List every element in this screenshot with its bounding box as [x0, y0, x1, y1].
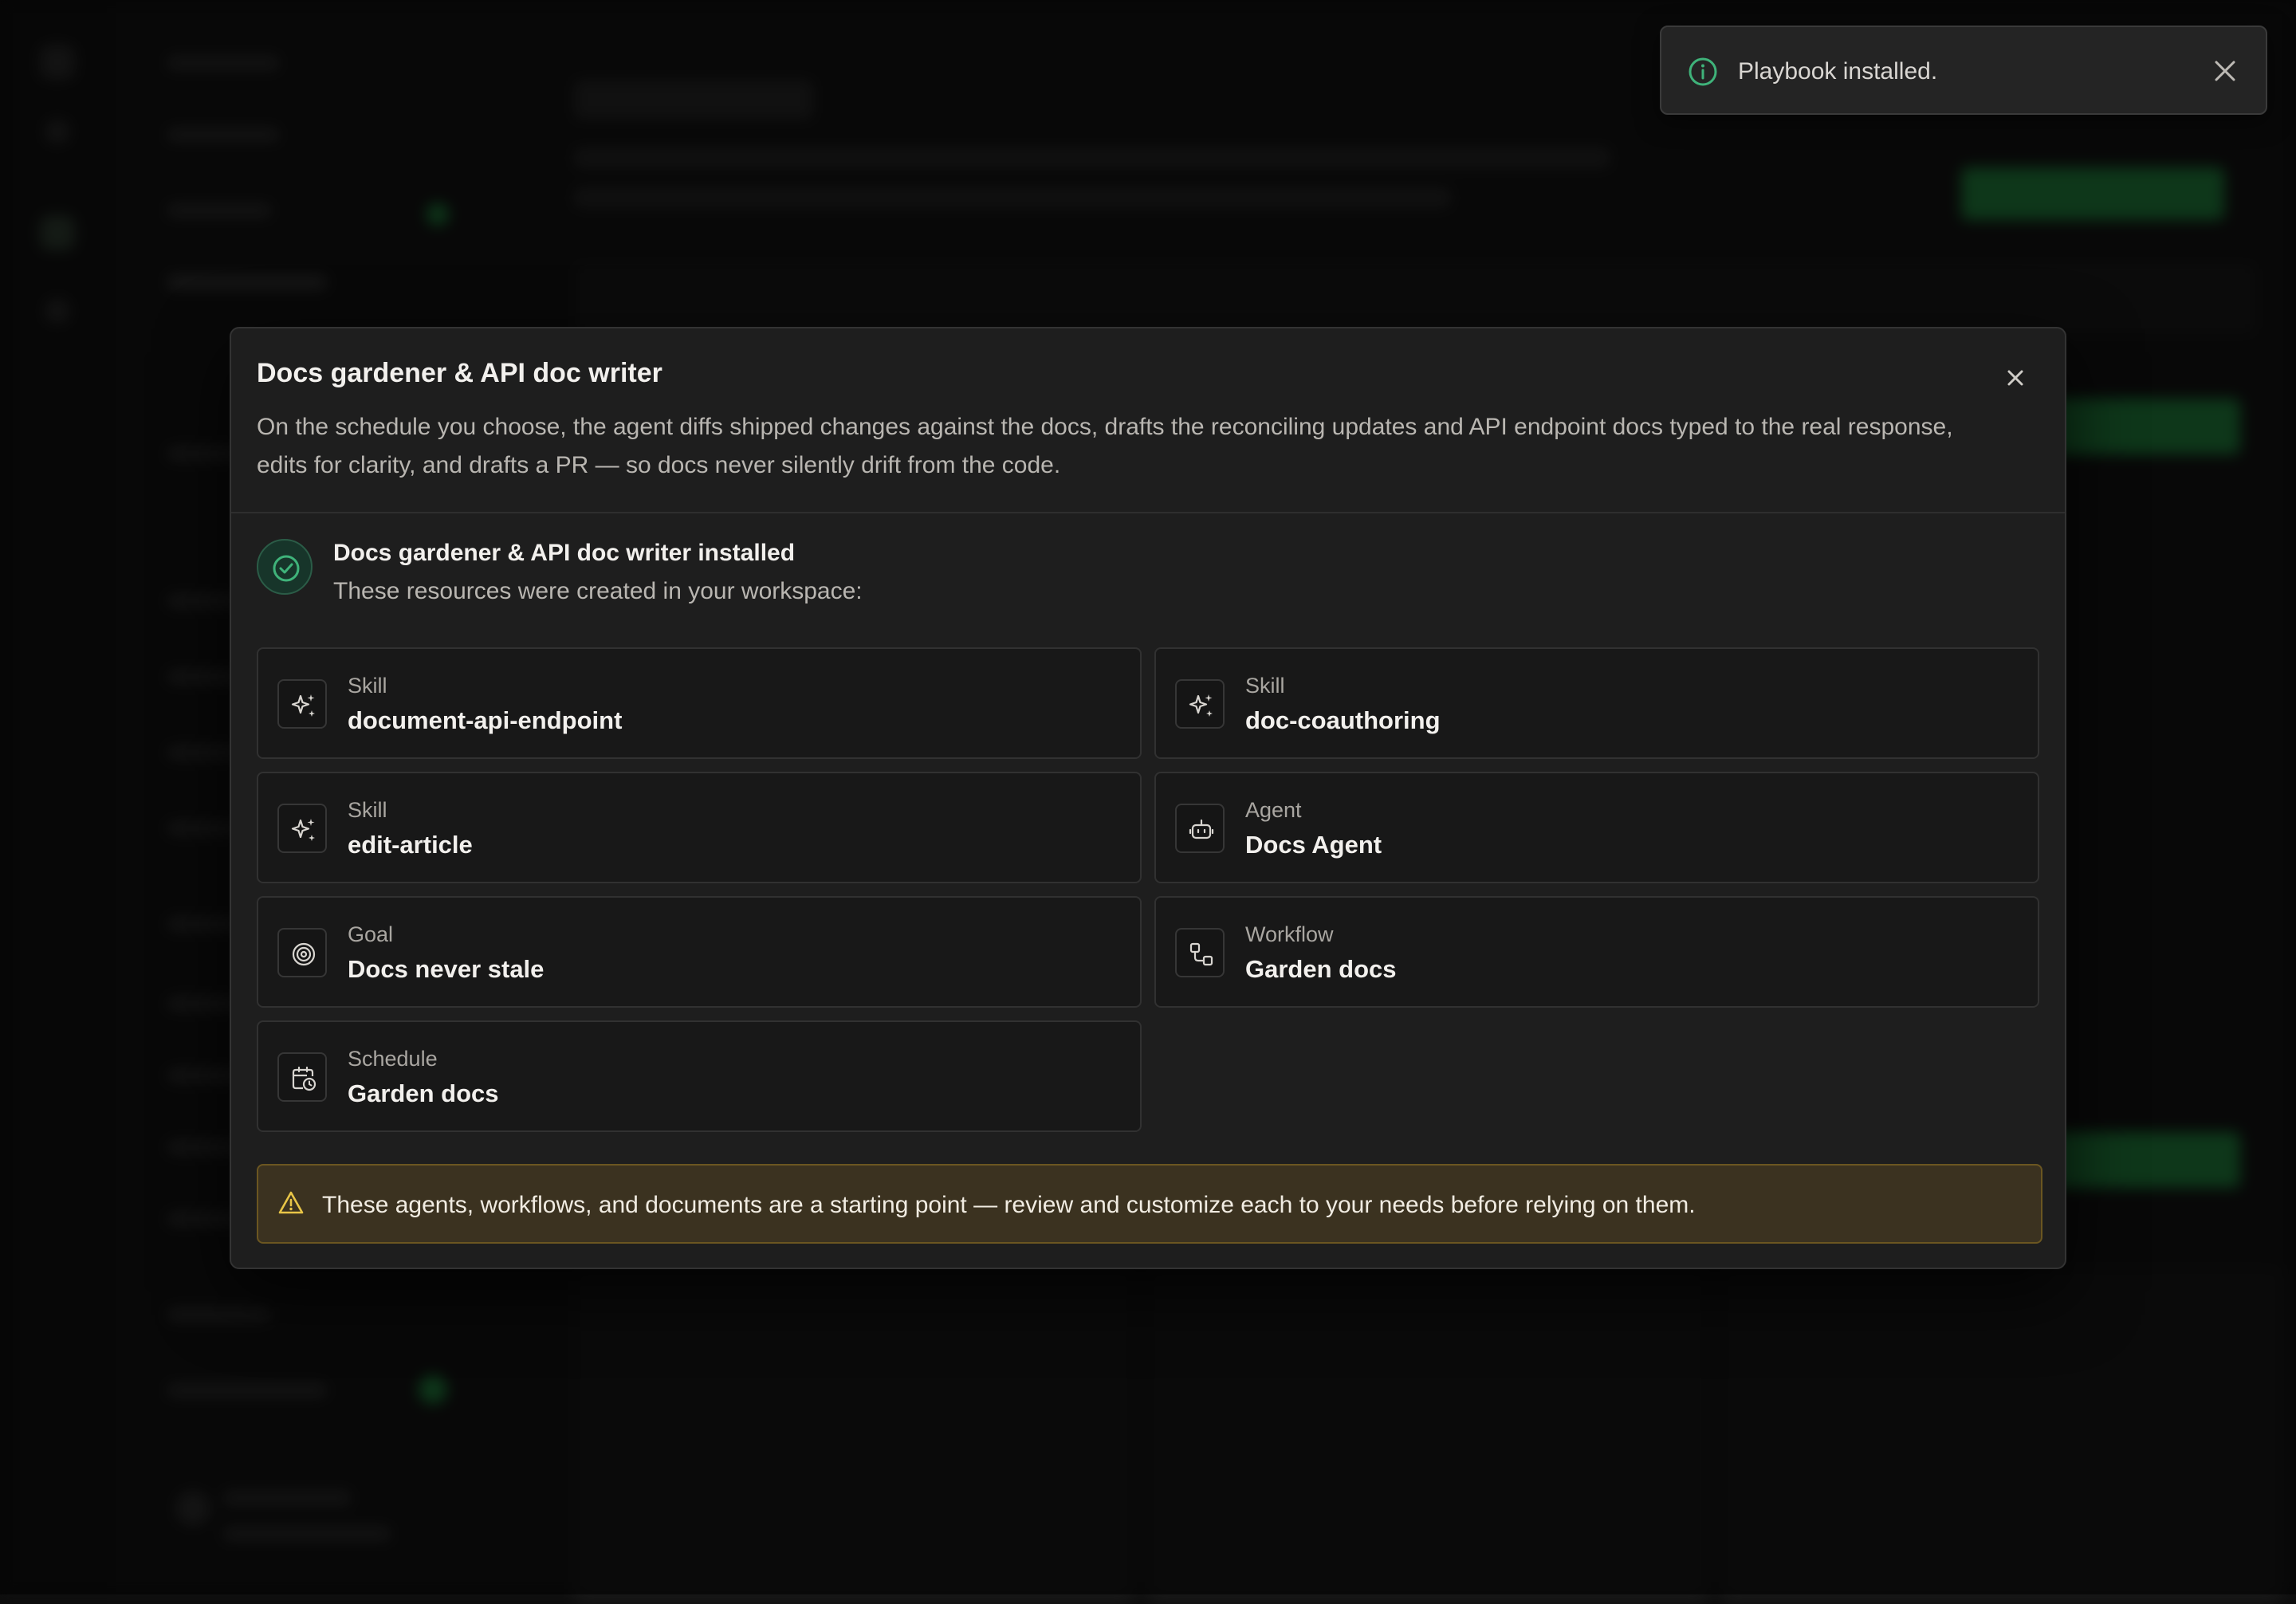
resource-name: Garden docs	[1245, 955, 1397, 983]
resource-icon-box	[1175, 679, 1225, 729]
warning-banner: These agents, workflows, and documents a…	[257, 1164, 2042, 1244]
resource-card-goal[interactable]: Goal Docs never stale	[257, 896, 1142, 1008]
resource-icon-box	[277, 679, 327, 729]
resource-name: Docs Agent	[1245, 831, 1382, 859]
sparkles-icon	[1189, 694, 1213, 717]
toast-close-icon[interactable]	[2211, 57, 2239, 85]
resource-icon-box	[277, 928, 327, 977]
target-icon	[292, 942, 316, 966]
resource-name: Garden docs	[348, 1079, 499, 1107]
calendar-clock-icon	[292, 1066, 316, 1091]
toast-notification: Playbook installed.	[1660, 26, 2267, 115]
check-circle-icon	[273, 555, 300, 582]
workflow-icon	[1189, 942, 1213, 966]
resource-type: Skill	[348, 798, 387, 822]
resource-type: Workflow	[1245, 922, 1334, 946]
resource-card-schedule[interactable]: Schedule Garden docs	[257, 1020, 1142, 1132]
resource-name: document-api-endpoint	[348, 706, 623, 734]
robot-icon	[1189, 819, 1214, 839]
resource-card-skill[interactable]: Skill document-api-endpoint	[257, 647, 1142, 759]
resource-type: Skill	[348, 674, 387, 698]
success-badge	[257, 539, 313, 595]
resource-type: Agent	[1245, 798, 1302, 822]
install-success: Docs gardener & API doc writer installed…	[257, 537, 2011, 617]
resource-card-workflow[interactable]: Workflow Garden docs	[1154, 896, 2039, 1008]
info-icon	[1689, 57, 1717, 86]
resource-name: doc-coauthoring	[1245, 706, 1441, 734]
close-icon[interactable]	[2001, 364, 2030, 392]
resource-card-skill[interactable]: Skill doc-coauthoring	[1154, 647, 2039, 759]
dialog-header: Docs gardener & API doc writer On the sc…	[231, 328, 2065, 513]
resource-icon-box	[277, 1052, 327, 1102]
sparkles-icon	[291, 694, 315, 717]
dialog-description: On the schedule you choose, the agent di…	[257, 414, 1953, 478]
dialog-title: Docs gardener & API doc writer	[257, 358, 662, 388]
resource-card-agent[interactable]: Agent Docs Agent	[1154, 772, 2039, 883]
resource-icon-box	[1175, 804, 1225, 853]
resource-type: Skill	[1245, 674, 1285, 698]
resource-card-skill[interactable]: Skill edit-article	[257, 772, 1142, 883]
toast-message: Playbook installed.	[1738, 58, 1938, 85]
sparkles-icon	[291, 819, 315, 841]
resource-type: Goal	[348, 922, 394, 946]
resource-icon-box	[277, 804, 327, 853]
warning-text: These agents, workflows, and documents a…	[322, 1192, 1696, 1218]
resource-name: Docs never stale	[348, 955, 545, 983]
resource-icon-box	[1175, 928, 1225, 977]
resource-type: Schedule	[348, 1047, 438, 1071]
success-title: Docs gardener & API doc writer installed	[333, 540, 796, 566]
install-dialog: Docs gardener & API doc writer On the sc…	[230, 327, 2066, 1269]
resource-name: edit-article	[348, 831, 473, 859]
warning-icon	[278, 1191, 304, 1214]
success-subtitle: These resources were created in your wor…	[333, 578, 863, 604]
